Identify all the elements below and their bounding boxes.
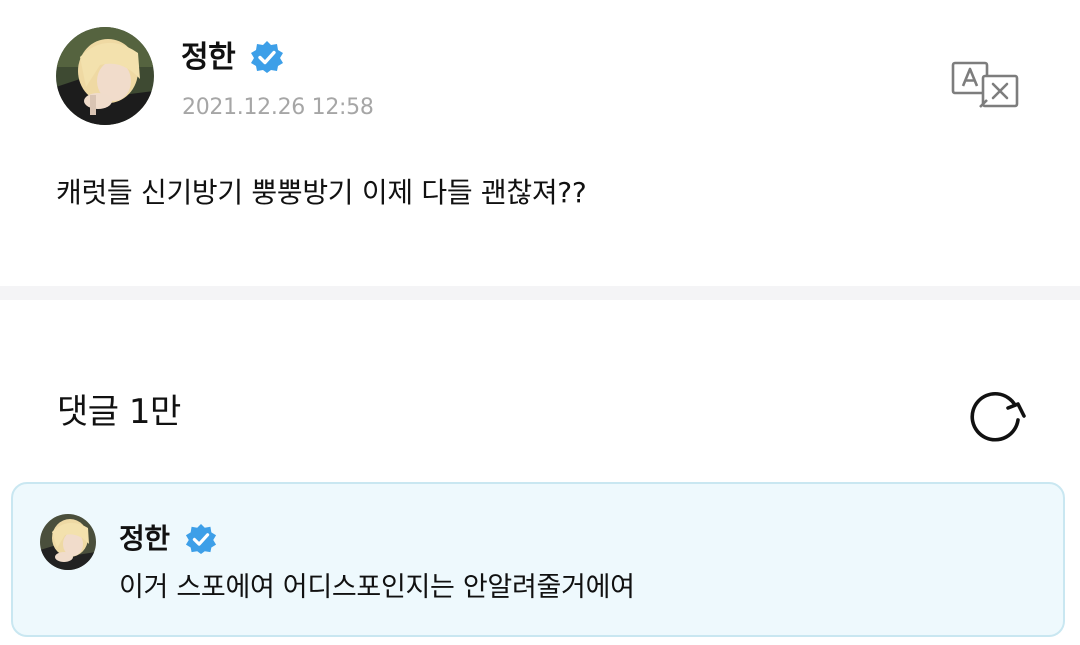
translate-button[interactable] [950, 60, 1020, 108]
post-timestamp: 2021.12.26 12:58 [182, 95, 374, 120]
comment-author-name[interactable]: 정한 [119, 520, 170, 558]
post: 정한 2021.12.26 12:58 캐럿들 신기방기 뿡뿡방기 이제 다들 … [0, 0, 1080, 286]
verified-badge-icon [250, 40, 284, 74]
refresh-button[interactable] [964, 382, 1028, 442]
avatar-image [56, 27, 154, 125]
verified-badge-icon [185, 523, 217, 555]
author-avatar[interactable] [56, 27, 154, 125]
author-name[interactable]: 정한 [181, 38, 236, 78]
translate-icon [951, 61, 1019, 108]
pinned-comment[interactable]: 정한 이거 스포에여 어디스포인지는 안알려줄거에여 [11, 482, 1065, 637]
comment-author-avatar[interactable] [40, 514, 96, 570]
post-body: 캐럿들 신기방기 뿡뿡방기 이제 다들 괜찮져?? [56, 176, 587, 209]
refresh-icon [970, 391, 1026, 442]
avatar-image [40, 514, 96, 570]
comment-body: 이거 스포에여 어디스포인지는 안알려줄거에여 [119, 572, 635, 603]
comments-count-title: 댓글 1만 [57, 392, 181, 432]
section-divider [0, 286, 1080, 300]
